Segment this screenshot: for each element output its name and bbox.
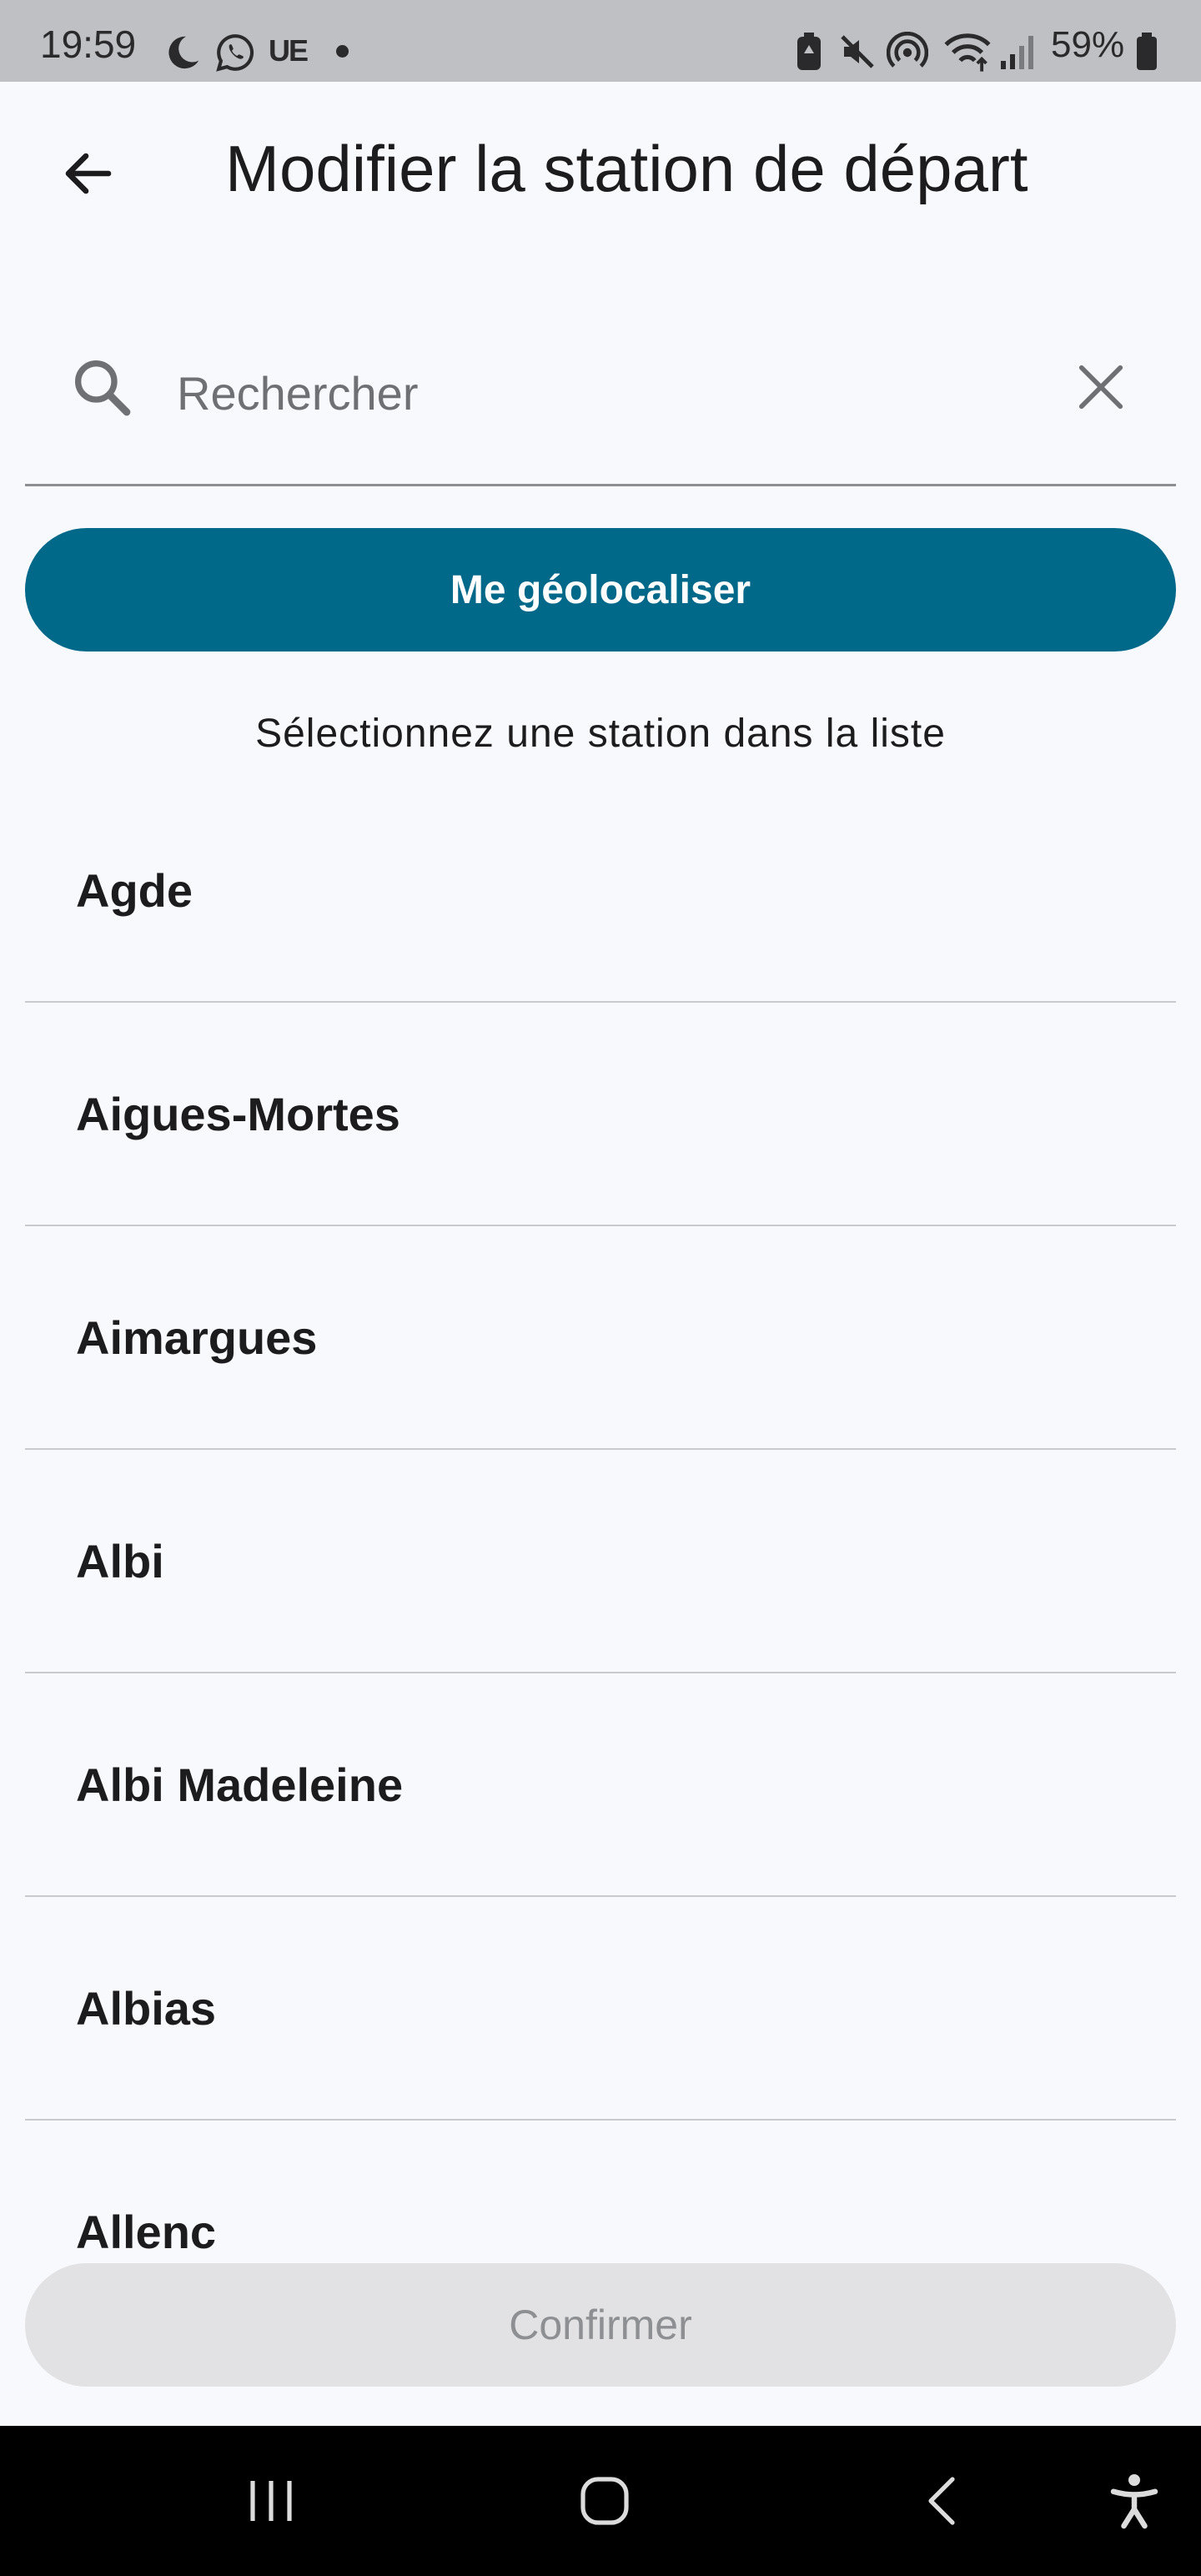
station-item-agde[interactable]: Agde — [25, 801, 1176, 1003]
accessibility-button[interactable] — [1093, 2426, 1176, 2576]
search-bar — [25, 317, 1176, 486]
whatsapp-icon — [216, 34, 254, 72]
confirm-button[interactable]: Confirmer — [25, 2263, 1176, 2387]
back-button[interactable] — [50, 135, 127, 212]
arrow-left-icon — [65, 153, 112, 194]
mute-icon — [841, 35, 874, 68]
geolocate-button[interactable]: Me géolocaliser — [25, 528, 1176, 652]
station-item-aigues-mortes[interactable]: Aigues-Mortes — [25, 1003, 1176, 1226]
home-icon — [580, 2477, 629, 2525]
accessibility-icon — [1110, 2474, 1158, 2529]
hotspot-icon — [887, 32, 928, 68]
dot-icon — [336, 45, 349, 58]
system-back-button[interactable] — [901, 2426, 984, 2576]
recent-apps-icon — [250, 2481, 292, 2521]
page-title: Modifier la station de départ — [225, 132, 1028, 205]
list-hint: Sélectionnez une station dans la liste — [255, 712, 946, 756]
carrier-tag: UE — [269, 33, 309, 68]
search-icon — [75, 360, 131, 416]
moon-icon — [168, 36, 199, 69]
station-list: Agde Aigues-Mortes Aimargues Albi Albi M… — [25, 801, 1176, 2252]
station-item-allenc[interactable]: Allenc — [25, 2121, 1176, 2253]
recent-apps-button[interactable] — [225, 2426, 317, 2576]
wifi-icon — [944, 33, 991, 72]
close-icon — [1078, 365, 1123, 410]
search-input[interactable] — [175, 350, 1013, 435]
station-item-albi-madeleine[interactable]: Albi Madeleine — [25, 1673, 1176, 1897]
battery-percent: 59% — [1051, 24, 1125, 65]
home-button[interactable] — [559, 2426, 651, 2576]
clear-search-button[interactable] — [1068, 354, 1134, 420]
system-nav-bar — [0, 2426, 1201, 2576]
status-bar: 19:59 UE 59% — [0, 0, 1201, 82]
battery-saver-icon — [797, 33, 821, 70]
station-item-albias[interactable]: Albias — [25, 1897, 1176, 2121]
app-header: Modifier la station de départ — [0, 82, 1201, 257]
battery-icon — [1137, 33, 1157, 70]
status-time: 19:59 — [40, 23, 137, 66]
station-item-aimargues[interactable]: Aimargues — [25, 1226, 1176, 1450]
signal-icon — [1001, 36, 1033, 69]
station-item-albi[interactable]: Albi — [25, 1450, 1176, 1673]
back-icon — [928, 2477, 955, 2525]
